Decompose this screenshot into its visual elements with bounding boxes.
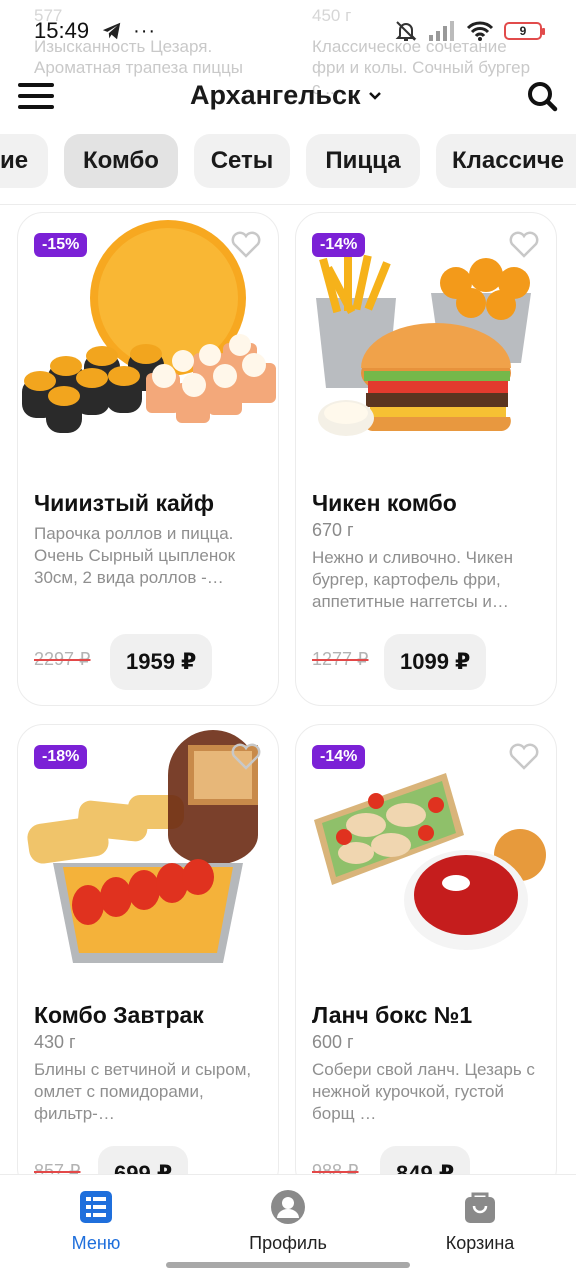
product-weight: 670 г (312, 520, 354, 540)
product-card[interactable]: -14% Ланч бокс №1 600 г Собери свой ланч… (295, 724, 557, 1194)
category-tabs: ие Комбо Сеты Пицца Классиче (0, 134, 576, 190)
signal-icon (429, 21, 454, 41)
product-title: Ланч бокс №1 (312, 1002, 473, 1028)
product-title: Чикен комбо (312, 490, 457, 516)
bottom-navigation: Меню Профиль Корзина (0, 1174, 576, 1280)
nav-profile[interactable]: Профиль (213, 1189, 363, 1254)
tab-label: Сеты (210, 147, 274, 174)
city-name: Архангельск (190, 80, 361, 110)
status-time: 15:49 (34, 18, 90, 43)
product-card[interactable]: -14% Чикен комбо 670 г Нежно и сливочно.… (295, 212, 557, 706)
tab-combo[interactable]: Комбо (64, 134, 178, 188)
discount-badge: -18% (34, 745, 88, 769)
home-indicator[interactable] (166, 1262, 410, 1268)
product-description: Собери свой ланч. Цезарь с нежной курочк… (312, 1060, 535, 1123)
profile-icon (271, 1190, 305, 1224)
status-bar: 15:49 ··· 9 (0, 0, 576, 62)
product-description: Блины с ветчиной и сыром, омлет с помидо… (34, 1060, 252, 1123)
product-title: Чииизтый кайф (34, 490, 215, 516)
nav-menu[interactable]: Меню (21, 1189, 171, 1254)
product-weight: 600 г (312, 1032, 354, 1052)
product-title: Комбо Завтрак (34, 1002, 204, 1028)
chevron-down-icon (368, 91, 381, 100)
discount-badge: -14% (312, 745, 366, 769)
mute-bell-icon (395, 21, 417, 41)
product-description: Нежно и сливочно. Чикен бургер, картофел… (312, 548, 513, 611)
tab-sets[interactable]: Сеты (194, 134, 290, 188)
tab-label: Пицца (325, 147, 401, 174)
tab-classic[interactable]: Классиче (436, 134, 576, 188)
hamburger-icon[interactable] (18, 83, 54, 109)
wifi-icon (466, 21, 494, 41)
old-price: 1277 ₽ (312, 649, 369, 669)
nav-label: Меню (71, 1233, 121, 1253)
product-card[interactable]: -18% Комбо Завтрак 430 г Блины с ветчино… (17, 724, 279, 1194)
telegram-icon (102, 22, 121, 40)
tab-pizza[interactable]: Пицца (306, 134, 420, 188)
search-icon[interactable] (526, 80, 558, 112)
product-weight: 430 г (34, 1032, 76, 1052)
app-header: Архангельск (0, 66, 576, 126)
heart-icon[interactable] (508, 741, 540, 771)
heart-icon[interactable] (230, 229, 262, 259)
menu-grid-icon (80, 1191, 112, 1223)
nav-label: Корзина (445, 1233, 515, 1253)
nav-cart[interactable]: Корзина (405, 1189, 555, 1254)
discount-badge: -14% (312, 233, 366, 257)
city-selector[interactable]: Архангельск (190, 80, 383, 111)
tab-previous[interactable]: ие (0, 134, 48, 188)
battery-level: 9 (519, 24, 527, 38)
heart-icon[interactable] (230, 741, 262, 771)
cart-icon (465, 1192, 495, 1223)
tab-label: Комбо (83, 147, 159, 174)
discount-badge: -15% (34, 233, 88, 257)
heart-icon[interactable] (508, 229, 540, 259)
tabs-divider (0, 204, 576, 205)
nav-label: Профиль (249, 1233, 327, 1253)
more-notifications-icon: ··· (133, 19, 157, 42)
price-button[interactable]: 1099 ₽ (384, 634, 487, 690)
price-button[interactable]: 1959 ₽ (110, 634, 213, 690)
old-price: 2297 ₽ (34, 649, 91, 669)
product-card[interactable]: -15% Чииизтый кайф Парочка роллов и пицц… (17, 212, 279, 706)
tab-label: ие (0, 147, 29, 174)
battery-icon: 9 (504, 22, 545, 40)
product-description: Парочка роллов и пицца. Очень Сырный цып… (34, 524, 236, 587)
tab-label: Классиче (452, 147, 564, 174)
